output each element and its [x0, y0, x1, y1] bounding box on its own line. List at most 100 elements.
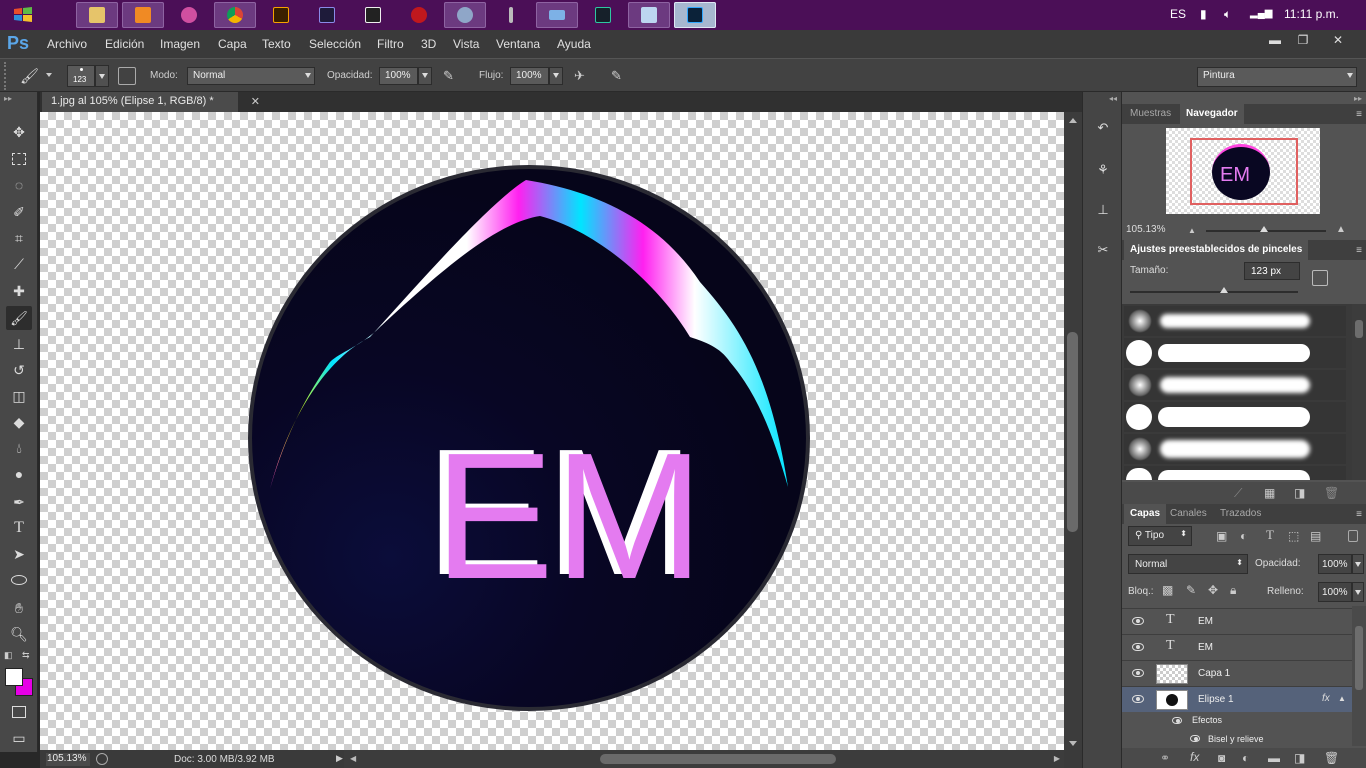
new-layer-icon[interactable]: ◨: [1294, 751, 1305, 765]
layer-opacity-dropdown[interactable]: [1352, 554, 1364, 574]
filter-smart-object-icon[interactable]: ▤: [1310, 529, 1321, 543]
scroll-down-icon[interactable]: [1069, 741, 1077, 746]
effects-row[interactable]: Efectos: [1122, 712, 1352, 730]
filter-shape-icon[interactable]: ⬚: [1288, 529, 1299, 543]
brush-list-scrollbar[interactable]: [1352, 304, 1366, 480]
brush-tool[interactable]: 🖌︎: [6, 306, 32, 330]
fx-badge[interactable]: fx: [1322, 693, 1330, 704]
menu-seleccion[interactable]: Selección: [309, 37, 361, 51]
menu-texto[interactable]: Texto: [262, 37, 291, 51]
clone-stamp-tool[interactable]: ⊥: [6, 332, 32, 356]
brush-preset-soft-2[interactable]: [1124, 370, 1346, 400]
marquee-tool[interactable]: [6, 147, 32, 171]
brush-preset-soft-3[interactable]: [1124, 434, 1346, 464]
grid-icon[interactable]: ▦: [1264, 486, 1275, 500]
trash-icon[interactable]: 🗑︎: [1324, 486, 1339, 500]
restore-button[interactable]: ❐: [1288, 31, 1318, 49]
taskbar-video-editor-button[interactable]: [582, 2, 624, 28]
quick-mask-button[interactable]: [6, 700, 32, 724]
hand-tool[interactable]: ✋︎: [6, 596, 32, 620]
navigator-zoom-slider[interactable]: [1206, 226, 1326, 232]
status-arrow-icon[interactable]: ▶: [336, 753, 343, 764]
taskbar-photoshop-button[interactable]: [674, 2, 716, 28]
menu-vista[interactable]: Vista: [453, 37, 479, 51]
start-button[interactable]: [4, 0, 44, 30]
new-group-icon[interactable]: ▬: [1268, 751, 1280, 765]
eraser-tool[interactable]: ◫: [6, 384, 32, 408]
taskbar-game-button[interactable]: [352, 2, 394, 28]
tab-canales[interactable]: Canales: [1164, 504, 1213, 524]
tool-preset-arrow-icon[interactable]: [46, 73, 52, 77]
brush-preset-hard-1[interactable]: [1124, 338, 1346, 368]
dodge-tool[interactable]: ●: [6, 462, 32, 486]
quick-selection-tool[interactable]: ✐: [6, 200, 32, 224]
lock-all-icon[interactable]: 🔒︎: [1230, 583, 1236, 598]
menu-ayuda[interactable]: Ayuda: [557, 37, 591, 51]
move-tool[interactable]: ✥: [6, 120, 32, 144]
toggle-brush-panel-icon[interactable]: ⟋: [1234, 486, 1242, 501]
layer-row[interactable]: Elipse 1 fx ▲: [1122, 686, 1352, 712]
swap-colors-icon[interactable]: ⇆: [22, 650, 30, 661]
taskbar-paint-button[interactable]: [168, 2, 210, 28]
navigator-preview[interactable]: EM: [1166, 128, 1320, 214]
visibility-eye-icon[interactable]: [1172, 717, 1182, 724]
scroll-left-icon[interactable]: ◀: [350, 754, 356, 763]
layer-row[interactable]: T EM: [1122, 634, 1352, 660]
lock-position-icon[interactable]: ✥: [1208, 583, 1218, 597]
zoom-slider-handle[interactable]: [1260, 226, 1268, 232]
history-brush-tool[interactable]: ↺: [6, 358, 32, 382]
visibility-eye-icon[interactable]: [1132, 669, 1144, 677]
ellipse-tool[interactable]: [6, 568, 32, 592]
pressure-opacity-icon[interactable]: ✎: [443, 68, 454, 84]
size-slider[interactable]: [1130, 287, 1298, 293]
collapse-icon[interactable]: ▸▸: [4, 94, 12, 103]
layer-filter-select[interactable]: ⚲ Tipo ⬍: [1128, 526, 1192, 546]
navigator-zoom[interactable]: 105.13%: [1126, 224, 1165, 235]
clone-source-panel-icon[interactable]: ⊥: [1093, 200, 1113, 220]
crop-tool[interactable]: ⌗: [6, 226, 32, 250]
collapse-panels-icon[interactable]: ▸▸: [1354, 94, 1362, 103]
add-mask-icon[interactable]: ◙: [1218, 751, 1225, 765]
history-panel-icon[interactable]: ↶: [1093, 118, 1113, 138]
scroll-right-icon[interactable]: ▶: [1054, 754, 1060, 763]
collapse-strip-icon[interactable]: ◂◂: [1109, 94, 1117, 103]
lasso-tool[interactable]: ◌: [6, 173, 32, 197]
screen-mode-button[interactable]: ▭: [6, 726, 32, 750]
tab-brush-presets[interactable]: Ajustes preestablecidos de pinceles: [1124, 240, 1309, 260]
visibility-eye-icon[interactable]: [1132, 617, 1144, 625]
filter-type-icon[interactable]: T: [1266, 527, 1274, 543]
zoom-tool[interactable]: 🔍︎: [6, 622, 32, 646]
path-selection-tool[interactable]: ➤: [6, 542, 32, 566]
flow-input[interactable]: 100%: [510, 67, 549, 85]
opacity-dropdown[interactable]: [418, 67, 432, 85]
eyedropper-tool[interactable]: ⟋: [6, 252, 32, 276]
taskbar-pen-button[interactable]: [490, 2, 532, 28]
mode-select[interactable]: Normal: [187, 67, 315, 85]
tab-trazados[interactable]: Trazados: [1214, 504, 1267, 524]
type-tool[interactable]: T: [6, 516, 32, 540]
link-layers-icon[interactable]: ⚭: [1160, 751, 1170, 765]
zoom-field[interactable]: 105.13%: [46, 753, 90, 766]
menu-filtro[interactable]: Filtro: [377, 37, 404, 51]
pen-tool[interactable]: ✒︎: [6, 490, 32, 514]
brush-list-scroll-thumb[interactable]: [1355, 320, 1363, 338]
scroll-up-icon[interactable]: [1069, 118, 1077, 123]
taskbar-palette-button[interactable]: [444, 2, 486, 28]
visibility-eye-icon[interactable]: [1132, 695, 1144, 703]
hscroll-thumb[interactable]: [600, 754, 836, 764]
panel-menu-icon[interactable]: ≡: [1356, 509, 1362, 520]
taskbar-music-button[interactable]: [398, 2, 440, 28]
layer-list-scroll-thumb[interactable]: [1355, 626, 1363, 690]
minimize-button[interactable]: ▬: [1260, 31, 1290, 49]
taskbar-premiere-button[interactable]: [306, 2, 348, 28]
clock[interactable]: 11:11 p.m.: [1284, 0, 1339, 30]
taskbar-chrome-button[interactable]: [214, 2, 256, 28]
brush-picker-dropdown[interactable]: [95, 65, 109, 87]
layer-row[interactable]: T EM: [1122, 608, 1352, 634]
paint-bucket-tool[interactable]: ◆: [6, 410, 32, 434]
fill-input[interactable]: 100%: [1318, 582, 1352, 602]
menu-edicion[interactable]: Edición: [105, 37, 144, 51]
close-tab-icon[interactable]: ✕: [251, 95, 260, 108]
vertical-scrollbar[interactable]: [1064, 112, 1082, 750]
status-menu-icon[interactable]: [96, 753, 108, 765]
